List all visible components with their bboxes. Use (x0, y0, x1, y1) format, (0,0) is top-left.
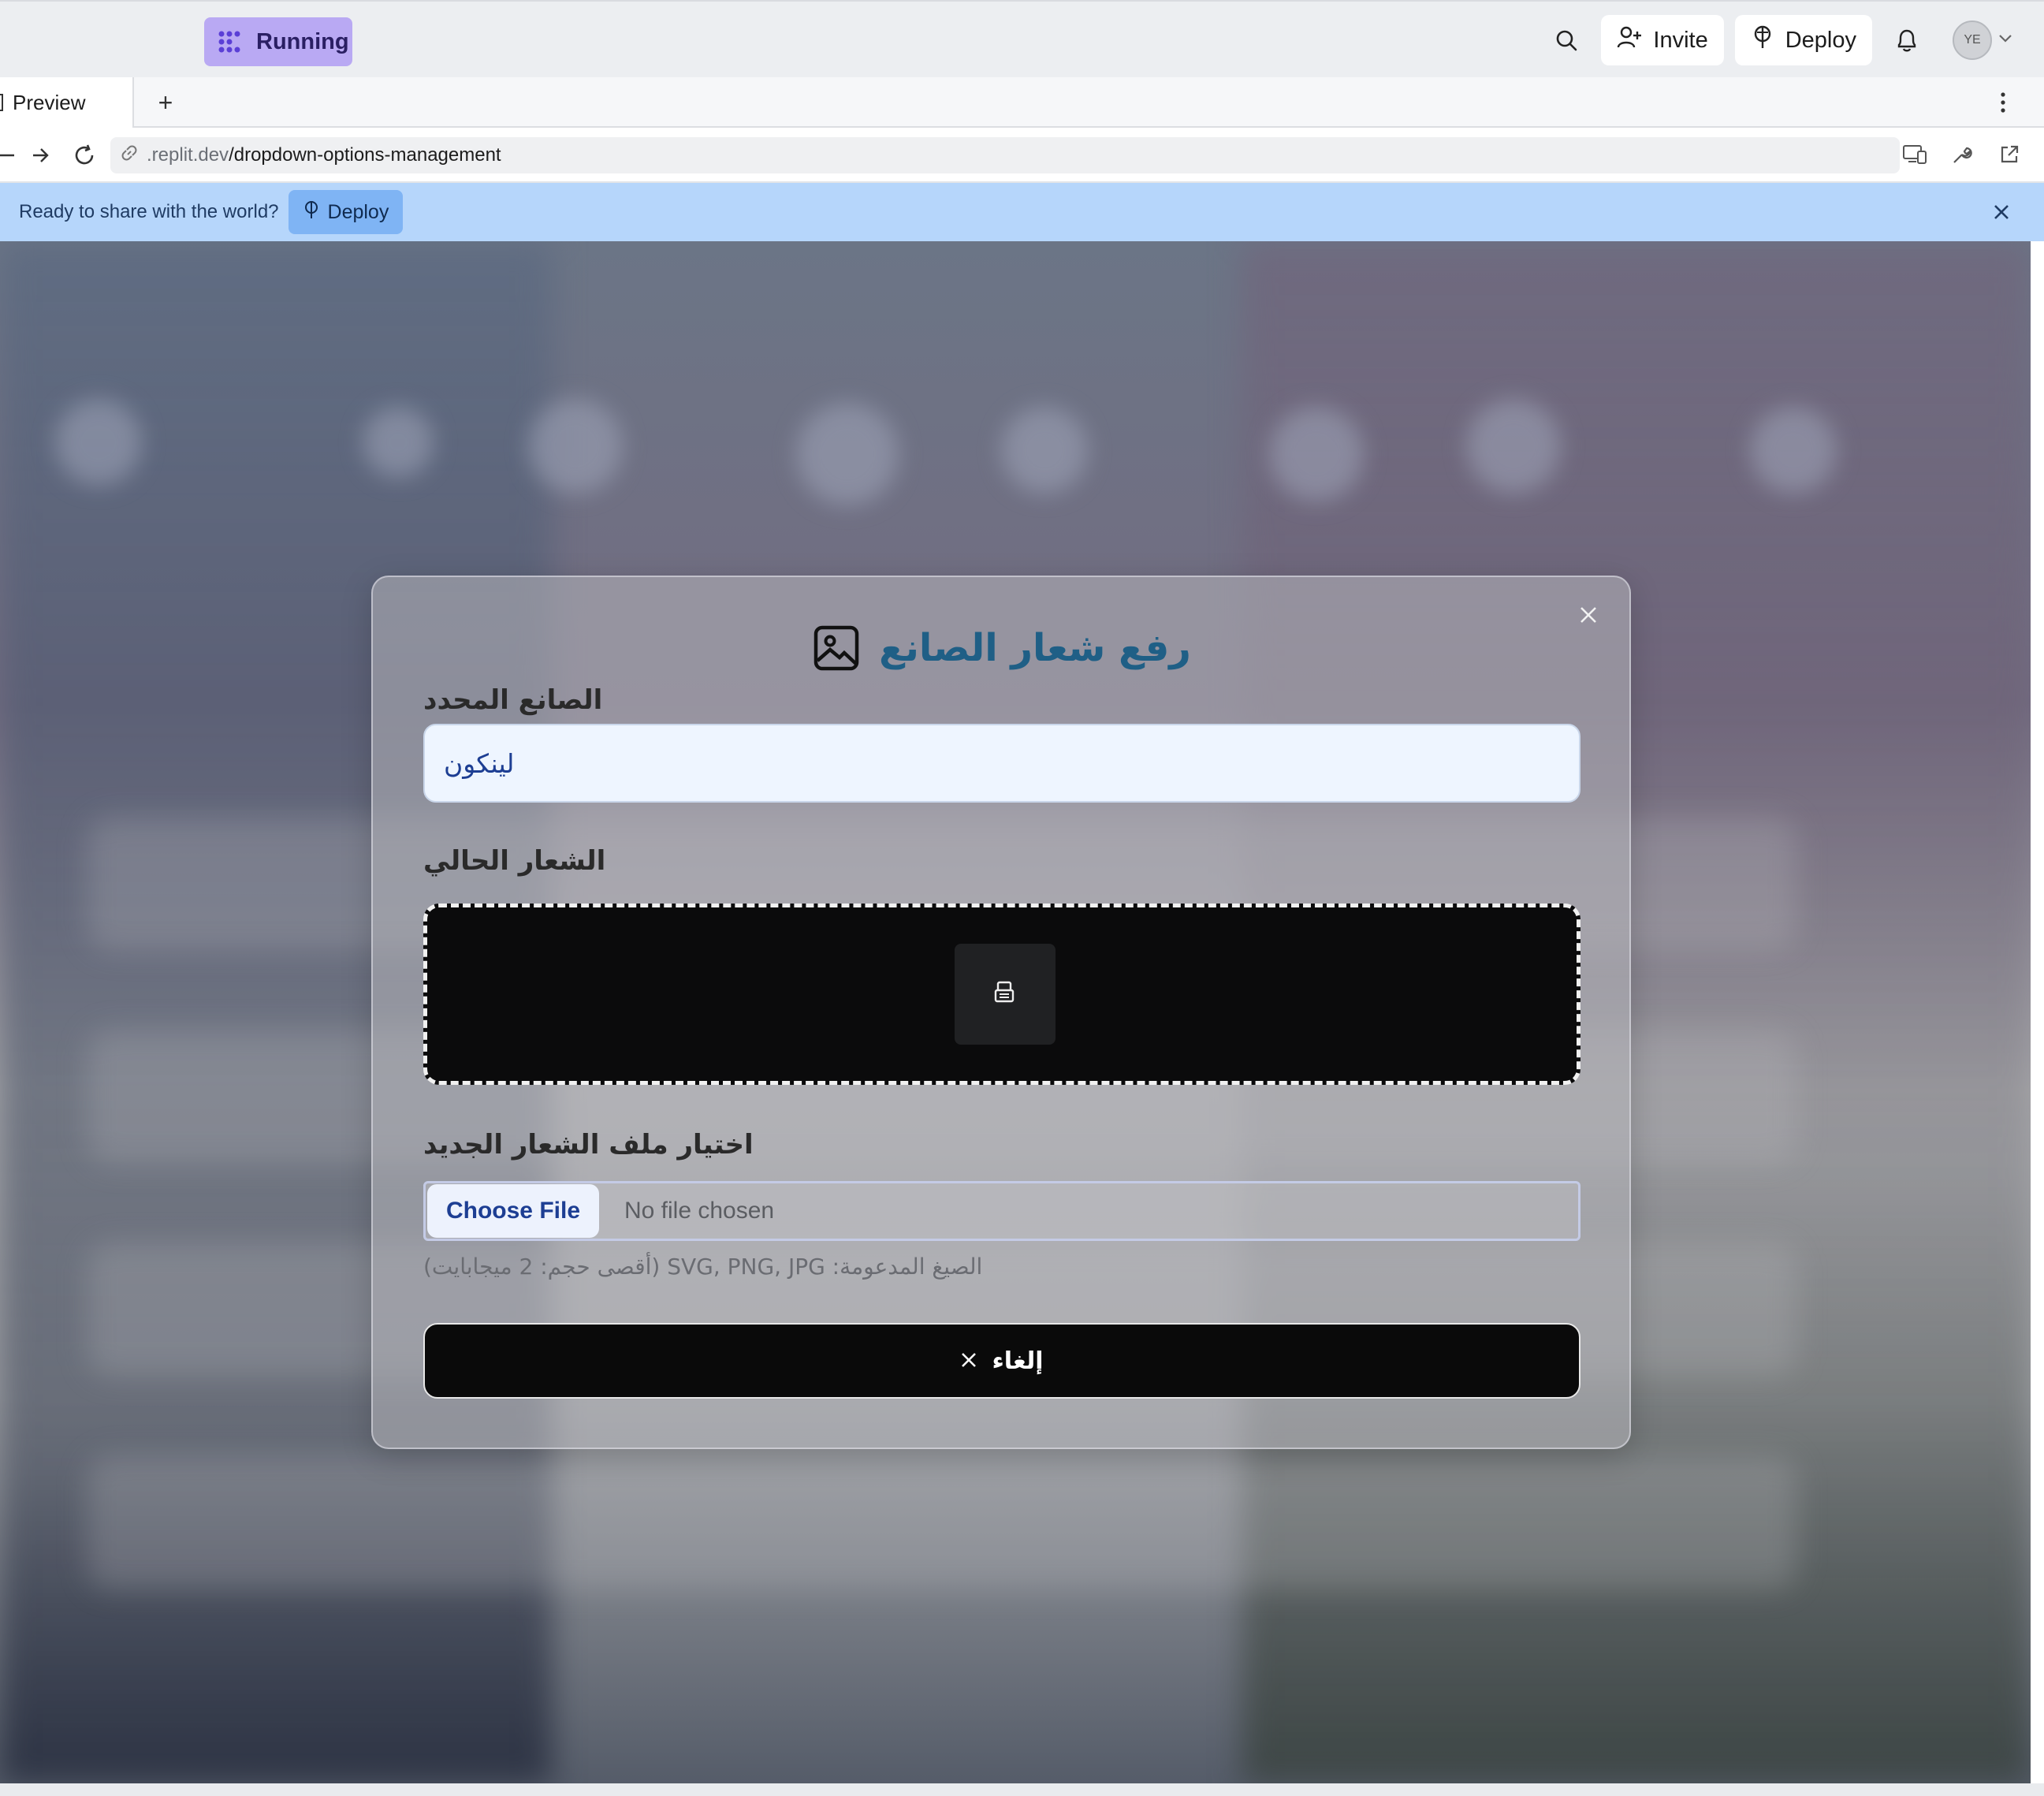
tab-preview[interactable]: Preview (0, 77, 134, 128)
run-status-label: Running (256, 28, 349, 54)
deploy-banner: Ready to share with the world? Deploy (0, 183, 2044, 241)
selected-maker-field[interactable]: لينكون (423, 724, 1580, 803)
open-external-icon[interactable] (1994, 139, 2025, 170)
blurred-shape (1750, 407, 1837, 494)
chevron-down-icon (1998, 33, 2012, 47)
selected-maker-label: الصانع المحدد (423, 684, 603, 716)
url-path: /dropdown-options-management (229, 144, 501, 166)
more-vertical-icon[interactable] (1986, 85, 2020, 120)
choose-file-button[interactable]: Choose File (427, 1184, 599, 1238)
document-icon (993, 980, 1017, 1009)
wrench-icon[interactable] (1946, 139, 1978, 170)
new-logo-file-label: اختيار ملف الشعار الجديد (423, 1129, 754, 1161)
dialog-title: رفع شعار الصانع (879, 626, 1191, 670)
deploy-button[interactable]: Deploy (1734, 15, 1872, 65)
blurred-shape (55, 399, 142, 486)
back-arrow-icon[interactable] (0, 139, 24, 172)
blurred-row (87, 1455, 1797, 1589)
link-icon (120, 143, 139, 168)
add-tab-button[interactable]: + (148, 85, 183, 120)
replit-logo-icon (214, 26, 245, 58)
current-logo-preview (423, 904, 1580, 1085)
reload-icon[interactable] (68, 139, 101, 172)
banner-message: Ready to share with the world? (19, 201, 279, 222)
bell-icon[interactable] (1883, 17, 1930, 64)
deploy-label: Deploy (1785, 27, 1856, 53)
devices-icon[interactable] (1899, 139, 1930, 170)
banner-deploy-button[interactable]: Deploy (288, 190, 404, 234)
image-icon (811, 623, 862, 673)
banner-deploy-label: Deploy (327, 200, 389, 223)
close-icon[interactable] (1986, 196, 2017, 228)
preview-tab-icon (0, 94, 3, 111)
url-host: .replit.dev (147, 144, 229, 166)
invite-button[interactable]: Invite (1601, 15, 1724, 65)
add-user-icon (1617, 25, 1642, 55)
deploy-icon (303, 200, 320, 225)
pane-tabbar: Preview + (0, 77, 2044, 128)
current-logo-label: الشعار الحالي (423, 845, 606, 877)
invite-label: Invite (1653, 27, 1708, 53)
cancel-button[interactable]: إلغاء (423, 1323, 1580, 1399)
cancel-label: إلغاء (992, 1347, 1044, 1375)
logo-file-input[interactable]: Choose File No file chosen (423, 1181, 1580, 1241)
search-icon[interactable] (1543, 17, 1590, 64)
account-menu[interactable]: YE (1942, 20, 2012, 60)
preview-scrollbar[interactable] (2031, 241, 2044, 1783)
blurred-shape (1269, 407, 1364, 501)
forward-arrow-icon[interactable] (24, 139, 57, 172)
dialog-title-row: رفع شعار الصانع (373, 617, 1629, 680)
blurred-shape (1466, 399, 1561, 494)
preview-url-bar: .replit.dev/dropdown-options-management (0, 128, 2044, 183)
run-status-button[interactable]: Running (204, 17, 352, 66)
blurred-shape (363, 407, 434, 478)
url-input[interactable]: .replit.dev/dropdown-options-management (110, 137, 1900, 173)
logo-thumbnail (955, 944, 1056, 1045)
blurred-shape (1001, 407, 1088, 494)
workspace-topbar: Running Invite Deploy YE (0, 0, 2044, 77)
close-icon (960, 1347, 977, 1375)
upload-logo-dialog: رفع شعار الصانع الصانع المحدد لينكون الش… (371, 576, 1631, 1449)
tab-preview-label: Preview (13, 90, 86, 114)
blurred-shape (796, 403, 899, 505)
avatar: YE (1953, 20, 1992, 60)
supported-formats-hint: الصيغ المدعومة: SVG, PNG, JPG (أقصى حجم:… (423, 1254, 983, 1280)
bottom-strip (0, 1783, 2044, 1796)
deploy-icon (1751, 24, 1774, 56)
no-file-text: No file chosen (624, 1198, 775, 1224)
blurred-shape (528, 399, 623, 494)
